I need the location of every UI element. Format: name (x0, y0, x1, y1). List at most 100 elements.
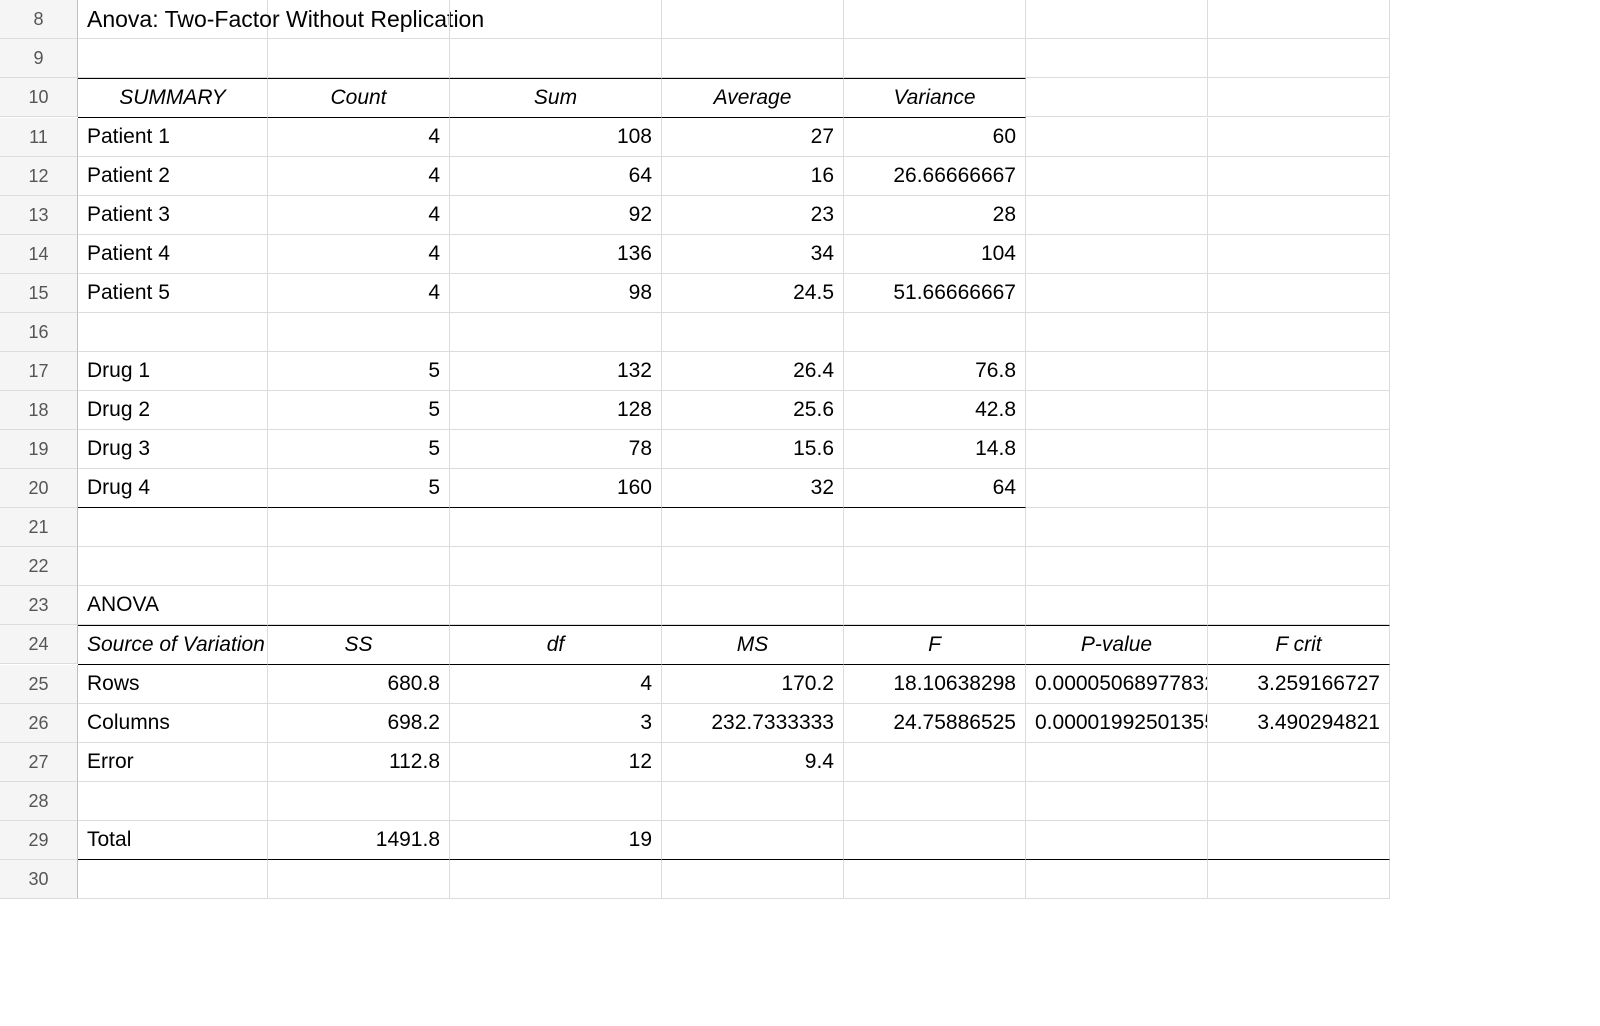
cell[interactable] (450, 586, 662, 625)
row-header[interactable]: 28 (0, 782, 78, 821)
anova-header[interactable]: Source of Variation (78, 625, 268, 665)
cell[interactable] (662, 313, 844, 352)
summary-cell[interactable]: 34 (662, 235, 844, 274)
cell[interactable] (1026, 860, 1208, 899)
summary-header[interactable]: Sum (450, 78, 662, 118)
row-header[interactable]: 10 (0, 78, 78, 117)
cell[interactable] (662, 0, 844, 39)
cell[interactable] (1026, 469, 1208, 508)
summary-header[interactable]: Count (268, 78, 450, 118)
anova-cell[interactable]: 3.490294821 (1208, 704, 1390, 743)
cell[interactable] (450, 782, 662, 821)
cell[interactable] (662, 782, 844, 821)
cell[interactable] (1208, 821, 1390, 860)
anova-source[interactable]: Rows (78, 665, 268, 704)
cell[interactable] (1026, 508, 1208, 547)
cell[interactable] (268, 0, 450, 39)
anova-cell[interactable] (844, 743, 1026, 782)
anova-header[interactable]: F (844, 625, 1026, 665)
summary-cell[interactable]: 76.8 (844, 352, 1026, 391)
cell[interactable] (268, 586, 450, 625)
summary-cell[interactable]: 4 (268, 157, 450, 196)
cell[interactable] (450, 0, 662, 39)
cell[interactable] (1026, 274, 1208, 313)
cell[interactable] (268, 39, 450, 78)
summary-cell[interactable]: 5 (268, 430, 450, 469)
cell[interactable] (1208, 469, 1390, 508)
row-header[interactable]: 26 (0, 704, 78, 743)
row-header[interactable]: 27 (0, 743, 78, 782)
cell[interactable] (1208, 274, 1390, 313)
summary-header[interactable]: Average (662, 78, 844, 118)
cell[interactable] (844, 586, 1026, 625)
cell[interactable] (662, 508, 844, 547)
summary-cell[interactable]: 5 (268, 469, 450, 508)
cell[interactable] (1026, 78, 1208, 117)
summary-row-label[interactable]: Drug 3 (78, 430, 268, 469)
summary-header[interactable]: Variance (844, 78, 1026, 118)
summary-row-label[interactable]: Drug 1 (78, 352, 268, 391)
cell[interactable] (1208, 118, 1390, 157)
anova-cell[interactable]: 0.00001992501355 (1026, 704, 1208, 743)
summary-cell[interactable]: 64 (450, 157, 662, 196)
summary-cell[interactable]: 42.8 (844, 391, 1026, 430)
cell[interactable] (1026, 0, 1208, 39)
summary-cell[interactable]: 4 (268, 196, 450, 235)
summary-cell[interactable]: 27 (662, 118, 844, 157)
row-header[interactable]: 12 (0, 157, 78, 196)
summary-row-label[interactable]: Patient 3 (78, 196, 268, 235)
cell[interactable] (1026, 547, 1208, 586)
anova-header[interactable]: SS (268, 625, 450, 665)
row-header[interactable]: 25 (0, 665, 78, 704)
anova-cell[interactable]: 0.00005068977832 (1026, 665, 1208, 704)
row-header[interactable]: 11 (0, 118, 78, 157)
cell[interactable] (844, 782, 1026, 821)
anova-cell[interactable]: 12 (450, 743, 662, 782)
summary-row-label[interactable]: Patient 5 (78, 274, 268, 313)
cell[interactable] (844, 860, 1026, 899)
summary-cell[interactable]: 16 (662, 157, 844, 196)
anova-title[interactable]: Anova: Two-Factor Without Replication (78, 0, 268, 39)
anova-cell[interactable]: 698.2 (268, 704, 450, 743)
summary-cell[interactable]: 160 (450, 469, 662, 508)
cell[interactable] (844, 821, 1026, 860)
anova-source[interactable]: Error (78, 743, 268, 782)
summary-cell[interactable]: 108 (450, 118, 662, 157)
anova-header[interactable]: P-value (1026, 625, 1208, 665)
cell[interactable] (1026, 235, 1208, 274)
anova-cell[interactable]: 19 (450, 821, 662, 860)
cell[interactable] (1208, 508, 1390, 547)
cell[interactable] (1026, 821, 1208, 860)
anova-header[interactable]: df (450, 625, 662, 665)
anova-cell[interactable] (1208, 743, 1390, 782)
cell[interactable] (450, 547, 662, 586)
row-header[interactable]: 23 (0, 586, 78, 625)
summary-cell[interactable]: 4 (268, 118, 450, 157)
cell[interactable] (1208, 352, 1390, 391)
summary-cell[interactable]: 136 (450, 235, 662, 274)
cell[interactable] (1208, 235, 1390, 274)
summary-cell[interactable]: 104 (844, 235, 1026, 274)
summary-cell[interactable]: 4 (268, 235, 450, 274)
summary-cell[interactable]: 132 (450, 352, 662, 391)
row-header[interactable]: 8 (0, 0, 78, 39)
anova-cell[interactable]: 3 (450, 704, 662, 743)
cell[interactable] (662, 821, 844, 860)
cell[interactable] (844, 547, 1026, 586)
row-header[interactable]: 19 (0, 430, 78, 469)
row-header[interactable]: 29 (0, 821, 78, 860)
summary-row-label[interactable]: Patient 2 (78, 157, 268, 196)
cell[interactable] (1208, 0, 1390, 39)
summary-cell[interactable]: 15.6 (662, 430, 844, 469)
summary-cell[interactable]: 28 (844, 196, 1026, 235)
cell[interactable] (1208, 547, 1390, 586)
anova-header[interactable]: MS (662, 625, 844, 665)
cell[interactable] (268, 547, 450, 586)
cell[interactable] (78, 547, 268, 586)
row-header[interactable]: 18 (0, 391, 78, 430)
row-header[interactable]: 14 (0, 235, 78, 274)
summary-cell[interactable]: 5 (268, 391, 450, 430)
cell[interactable] (1026, 586, 1208, 625)
cell[interactable] (1208, 78, 1390, 117)
summary-cell[interactable]: 26.66666667 (844, 157, 1026, 196)
